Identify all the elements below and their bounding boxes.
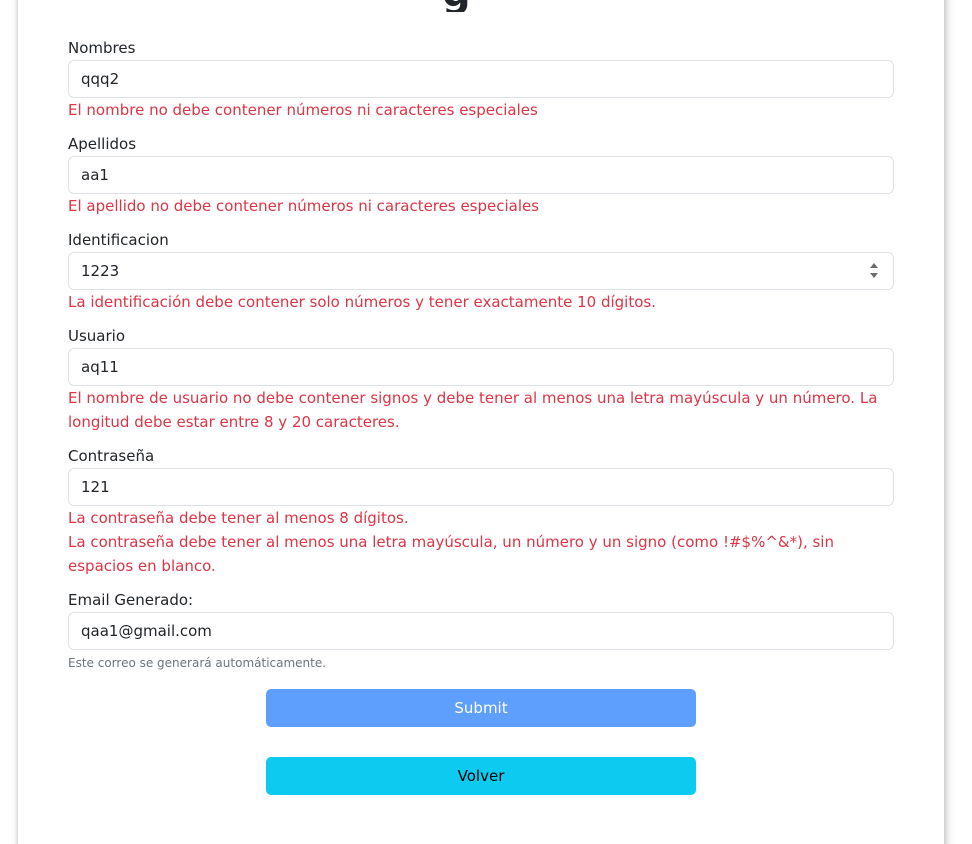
email-label: Email Generado: (68, 591, 194, 609)
contrasena-error-complexity: La contraseña debe tener al menos una le… (68, 533, 834, 575)
page-title-fragment: g (430, 0, 490, 12)
identificacion-input[interactable]: 1223 (68, 252, 894, 290)
apellidos-label: Apellidos (68, 135, 137, 153)
identificacion-label: Identificacion (68, 231, 169, 249)
nombres-label: Nombres (68, 39, 136, 57)
identificacion-error: La identificación debe contener solo núm… (68, 293, 656, 311)
identificacion-value: 1223 (81, 262, 120, 280)
spinner-up-icon[interactable] (870, 263, 878, 268)
usuario-label: Usuario (68, 327, 126, 345)
back-button[interactable]: Volver (266, 757, 696, 795)
email-input[interactable]: qaa1@gmail.com (68, 612, 894, 650)
apellidos-value: aa1 (81, 166, 109, 184)
contrasena-error-length: La contraseña debe tener al menos 8 dígi… (68, 509, 409, 527)
contrasena-value: 121 (81, 478, 110, 496)
nombres-value: qqq2 (81, 70, 120, 88)
usuario-value: aq11 (81, 358, 119, 376)
email-value: qaa1@gmail.com (81, 622, 212, 640)
number-spinner[interactable] (869, 262, 879, 280)
email-help-text: Este correo se generará automáticamente. (68, 656, 327, 670)
spinner-down-icon[interactable] (870, 273, 878, 278)
contrasena-input[interactable]: 121 (68, 468, 894, 506)
nombres-input[interactable]: qqq2 (68, 60, 894, 98)
apellidos-input[interactable]: aa1 (68, 156, 894, 194)
apellidos-error: El apellido no debe contener números ni … (68, 197, 540, 215)
nombres-error: El nombre no debe contener números ni ca… (68, 101, 538, 119)
submit-button[interactable]: Submit (266, 689, 696, 727)
usuario-error: El nombre de usuario no debe contener si… (68, 389, 878, 431)
contrasena-label: Contraseña (68, 447, 155, 465)
usuario-input[interactable]: aq11 (68, 348, 894, 386)
